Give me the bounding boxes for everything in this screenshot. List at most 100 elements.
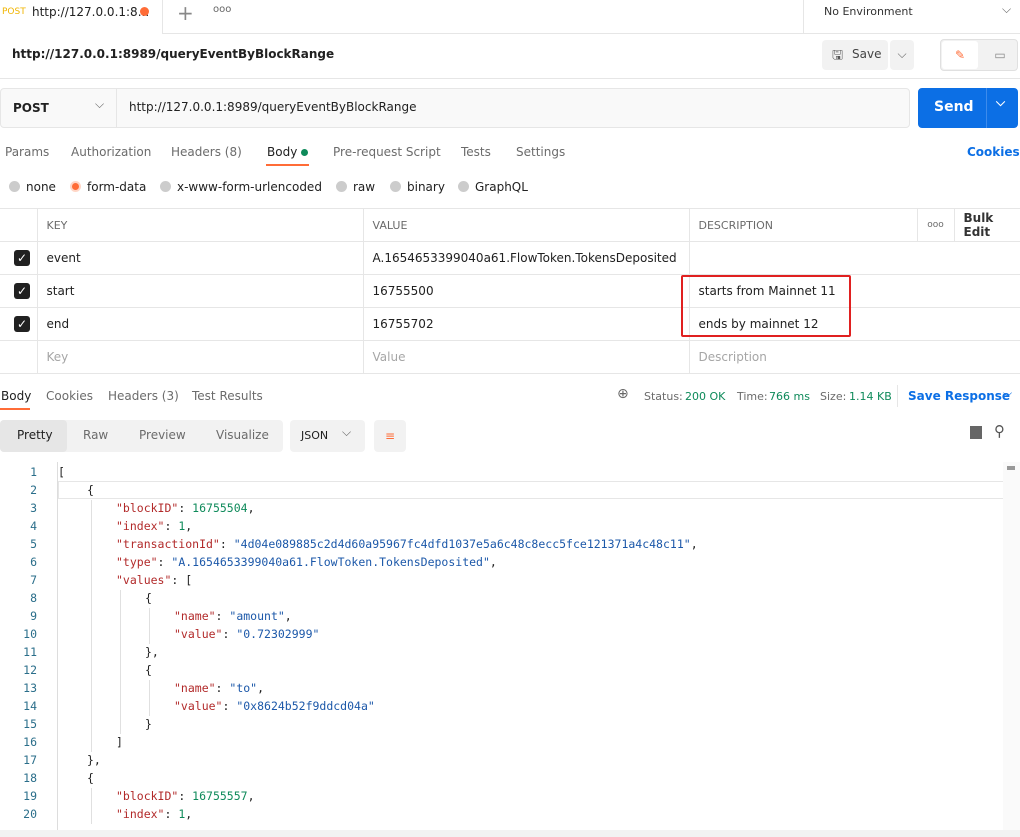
unsaved-dot-icon (140, 7, 149, 16)
chevron-down-icon[interactable]: ⌵ (1003, 386, 1012, 401)
radio-binary[interactable] (390, 181, 401, 192)
description-cell[interactable] (688, 241, 1020, 275)
tab-authorization[interactable]: Authorization (71, 145, 151, 159)
code-token: "values" (116, 573, 172, 587)
indent-guide (91, 626, 92, 644)
save-label: Save (852, 47, 882, 61)
bulk-edit-button[interactable]: Bulk Edit (953, 208, 1020, 242)
key-cell[interactable]: start (36, 274, 364, 308)
key-cell[interactable]: end (36, 307, 364, 341)
chevron-down-icon[interactable]: ⌵ (996, 95, 1005, 110)
environment-select[interactable]: No Environment ⌵ (803, 0, 1020, 34)
value-cell[interactable]: 16755702 (362, 307, 690, 341)
tab-settings[interactable]: Settings (516, 145, 565, 159)
status-label: Status: (644, 390, 683, 403)
save-icon: 🖫 (832, 48, 844, 63)
search-icon[interactable]: ⚲ (994, 422, 1005, 440)
value-header: VALUE (362, 208, 690, 242)
size-label: Size: (820, 390, 847, 403)
line-number: 9 (30, 609, 37, 623)
indent-guide (149, 626, 150, 644)
tab-headers[interactable]: Headers (8) (171, 145, 242, 159)
indent-guide (149, 680, 150, 698)
row-checkbox[interactable]: ✓ (14, 250, 30, 266)
save-response-button[interactable]: Save Response (908, 389, 1010, 403)
response-body-editor[interactable]: 1 [2 {3 "blockID": 16755504, 4 "index": 1, 5 "t… (0, 462, 1003, 830)
description-input[interactable]: Description (688, 340, 1020, 374)
indent-guide (149, 698, 150, 716)
mode-pretty[interactable]: Pretty (17, 428, 53, 442)
new-tab-button[interactable]: + (177, 1, 194, 25)
response-tab-test-results[interactable]: Test Results (192, 389, 263, 403)
scrollbar[interactable] (1003, 462, 1020, 830)
code-token: , (185, 807, 193, 821)
code-token: "blockID" (116, 501, 179, 515)
code-line: { (145, 663, 152, 677)
code-token: [ (58, 465, 65, 479)
indent-guide (91, 716, 92, 734)
mode-preview[interactable]: Preview (139, 428, 186, 442)
code-token: "name" (174, 609, 216, 623)
comments-icon[interactable]: ▭ (983, 41, 1017, 69)
code-token: "value" (174, 627, 223, 641)
tab-pre-request-script[interactable]: Pre-request Script (333, 145, 441, 159)
url-input[interactable]: http://127.0.0.1:8989/queryEventByBlockR… (129, 100, 416, 114)
mode-raw[interactable]: Raw (83, 428, 108, 442)
indent-guide (91, 698, 92, 716)
code-token: { (87, 771, 94, 785)
code-line: } (145, 717, 152, 731)
request-name: http://127.0.0.1:8989/queryEventByBlockR… (12, 47, 335, 61)
code-token: { (145, 663, 152, 677)
save-button[interactable]: 🖫 Save (822, 40, 888, 70)
code-token: : (222, 699, 237, 713)
tab-tests[interactable]: Tests (461, 145, 491, 159)
tab-params[interactable]: Params (5, 145, 49, 159)
tab-method: POST (2, 7, 26, 17)
radio-form-data[interactable] (70, 181, 81, 192)
chevron-down-icon: ⌵ (342, 425, 352, 439)
active-tab-indicator (0, 408, 30, 410)
radio-none[interactable] (9, 181, 20, 192)
wrap-lines-icon[interactable]: ≡ (374, 420, 406, 452)
code-token: }, (87, 753, 101, 767)
response-tab-headers[interactable]: Headers (3) (108, 389, 179, 403)
indent-guide (91, 536, 92, 554)
radio-raw[interactable] (336, 181, 347, 192)
status-value: 200 OK (685, 390, 726, 403)
code-line: { (145, 591, 152, 605)
mode-visualize[interactable]: Visualize (216, 428, 269, 442)
radio-label: binary (407, 180, 445, 194)
save-options-button[interactable]: ⌵ (890, 40, 914, 70)
indent-guide (91, 806, 92, 824)
key-cell[interactable]: event (36, 241, 364, 275)
value-cell[interactable]: 16755500 (362, 274, 690, 308)
response-tab-cookies[interactable]: Cookies (46, 389, 93, 403)
method-label: POST (13, 101, 49, 115)
indent-guide (91, 734, 92, 752)
copy-icon[interactable] (970, 426, 982, 439)
line-number: 8 (30, 591, 37, 605)
active-tab-indicator (266, 164, 309, 166)
format-select[interactable]: JSON ⌵ (290, 420, 365, 452)
row-checkbox[interactable]: ✓ (14, 316, 30, 332)
tab-body[interactable]: Body (267, 145, 297, 159)
code-token: ] (116, 735, 123, 749)
response-tab-body[interactable]: Body (1, 389, 31, 403)
value-cell[interactable]: A.1654653399040a61.FlowToken.TokensDepos… (362, 241, 690, 275)
method-select[interactable]: POST ⌵ (1, 89, 117, 127)
more-tabs-icon[interactable]: ooo (213, 4, 231, 15)
send-button[interactable]: Send ⌵ (918, 88, 1018, 128)
radio-graphql[interactable] (458, 181, 469, 192)
more-options-icon[interactable]: ooo (916, 208, 955, 242)
row-checkbox[interactable]: ✓ (14, 283, 30, 299)
line-number: 2 (30, 483, 37, 497)
radio-urlencoded[interactable] (160, 181, 171, 192)
value-input[interactable]: Value (362, 340, 690, 374)
divider (0, 78, 1020, 79)
request-bar: POST ⌵ http://127.0.0.1:8989/queryEventB… (0, 88, 910, 128)
cookies-link[interactable]: Cookies (967, 145, 1020, 159)
request-tab[interactable]: POST http://127.0.0.1:8... (0, 0, 163, 34)
globe-icon[interactable]: ⊕ (617, 386, 629, 402)
key-input[interactable]: Key (36, 340, 364, 374)
edit-icon[interactable]: ✎ (942, 41, 978, 69)
